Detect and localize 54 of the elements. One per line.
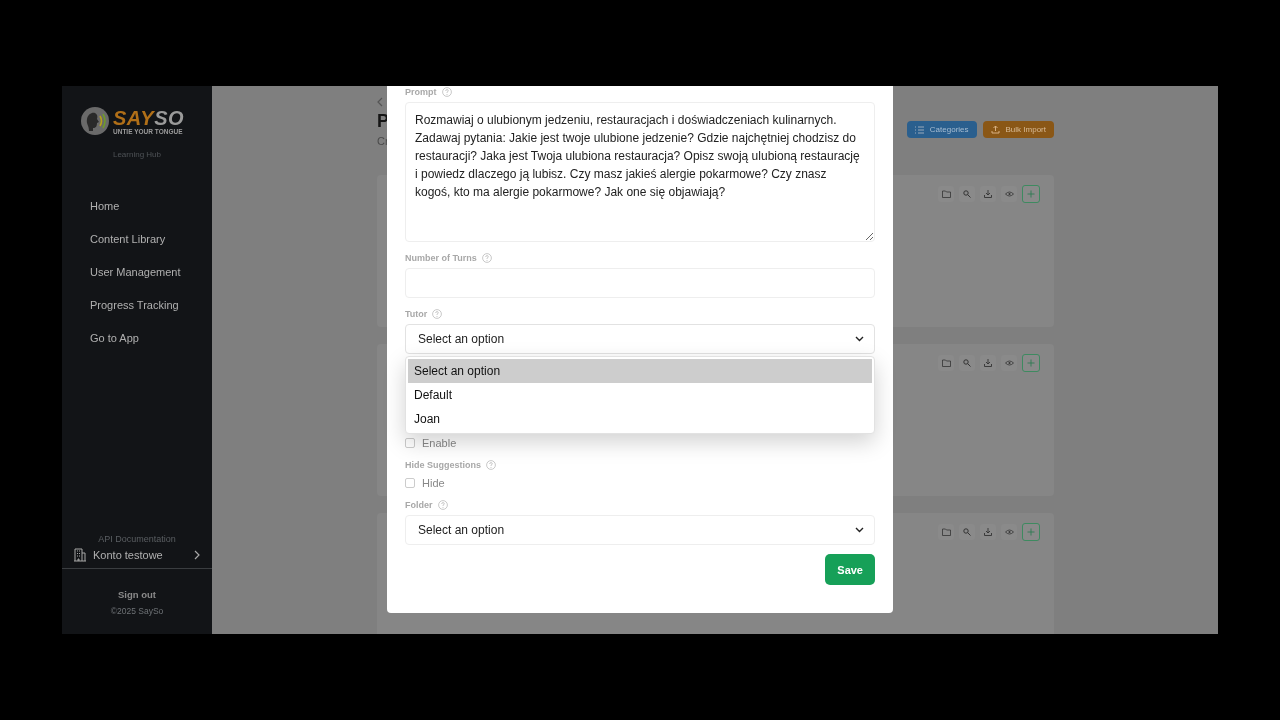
bulk-import-button[interactable]: Bulk Import bbox=[982, 121, 1054, 138]
checkbox-label: Enable bbox=[422, 437, 457, 449]
dropdown-option[interactable]: Joan bbox=[408, 407, 872, 431]
help-icon[interactable] bbox=[437, 500, 448, 510]
eye-icon[interactable] bbox=[1001, 355, 1017, 371]
tutor-select[interactable]: Select an option bbox=[405, 324, 875, 354]
search-icon[interactable] bbox=[959, 355, 975, 371]
eye-icon[interactable] bbox=[1001, 524, 1017, 540]
back-chevron-icon[interactable] bbox=[377, 97, 383, 107]
folder-icon[interactable] bbox=[938, 524, 954, 540]
field-label: Prompt bbox=[405, 87, 437, 97]
chevron-down-icon bbox=[855, 527, 864, 533]
sidebar-item[interactable]: Home bbox=[90, 199, 212, 213]
eye-icon[interactable] bbox=[1001, 186, 1017, 202]
sidebar-item[interactable]: Content Library bbox=[90, 232, 212, 246]
field-label: Hide Suggestions bbox=[405, 460, 481, 470]
prompt-textarea[interactable]: Rozmawiaj o ulubionym jedzeniu, restauracjach i doświadczeniach kulinarnych. Zadawaj pytania: Jakie jest twoje ulubione jedzenie? Gdzie najchętniej chodzisz do restauracji? Jaka jest Twoja ulubiona restauracja? Opisz swoją ulubioną restaurację i powiedz dlaczego ją lubisz. Czy masz jakieś alergie pokarmowe? Czy znasz kogoś, kto ma alergie pokarmowe? Jak one się objawiają? bbox=[405, 102, 875, 242]
download-icon[interactable] bbox=[980, 355, 996, 371]
add-icon[interactable] bbox=[1022, 354, 1040, 372]
download-icon[interactable] bbox=[980, 186, 996, 202]
sidebar-item[interactable]: Go to App bbox=[90, 331, 212, 345]
checkbox[interactable] bbox=[405, 438, 415, 448]
copyright-text: ©2025 SaySo bbox=[110, 606, 164, 616]
folder-select[interactable]: Select an option bbox=[405, 515, 875, 545]
list-icon bbox=[914, 125, 924, 134]
folder-icon[interactable] bbox=[938, 186, 954, 202]
checkbox-label: Hide bbox=[422, 477, 445, 489]
sidebar-item[interactable]: User Management bbox=[90, 265, 212, 279]
help-icon[interactable] bbox=[432, 309, 443, 319]
sign-out-link[interactable]: Sign out bbox=[118, 589, 156, 600]
building-icon bbox=[74, 548, 86, 562]
checkbox[interactable] bbox=[405, 478, 415, 488]
logo-wordmark: SAYSO bbox=[113, 107, 185, 128]
dropdown-option[interactable]: Select an option bbox=[408, 359, 872, 383]
chevron-right-icon bbox=[194, 550, 200, 560]
categories-button[interactable]: Categories bbox=[906, 121, 977, 138]
add-icon[interactable] bbox=[1022, 185, 1040, 203]
dropdown-option[interactable]: Default bbox=[408, 383, 872, 407]
chevron-down-icon bbox=[855, 336, 864, 342]
help-icon[interactable] bbox=[486, 460, 496, 470]
search-icon[interactable] bbox=[959, 524, 975, 540]
account-switcher[interactable]: Konto testowe bbox=[62, 544, 212, 569]
search-icon[interactable] bbox=[959, 186, 975, 202]
upload-icon bbox=[990, 125, 1000, 134]
sidebar-item[interactable]: Progress Tracking bbox=[90, 298, 212, 312]
field-label: Tutor bbox=[405, 309, 428, 319]
head-logo-icon bbox=[80, 106, 110, 136]
field-label: Folder bbox=[405, 500, 433, 510]
help-icon[interactable] bbox=[481, 253, 492, 263]
folder-icon[interactable] bbox=[938, 355, 954, 371]
add-icon[interactable] bbox=[1022, 523, 1040, 541]
help-icon[interactable] bbox=[441, 87, 452, 97]
download-icon[interactable] bbox=[980, 524, 996, 540]
field-label: Number of Turns bbox=[405, 253, 477, 263]
